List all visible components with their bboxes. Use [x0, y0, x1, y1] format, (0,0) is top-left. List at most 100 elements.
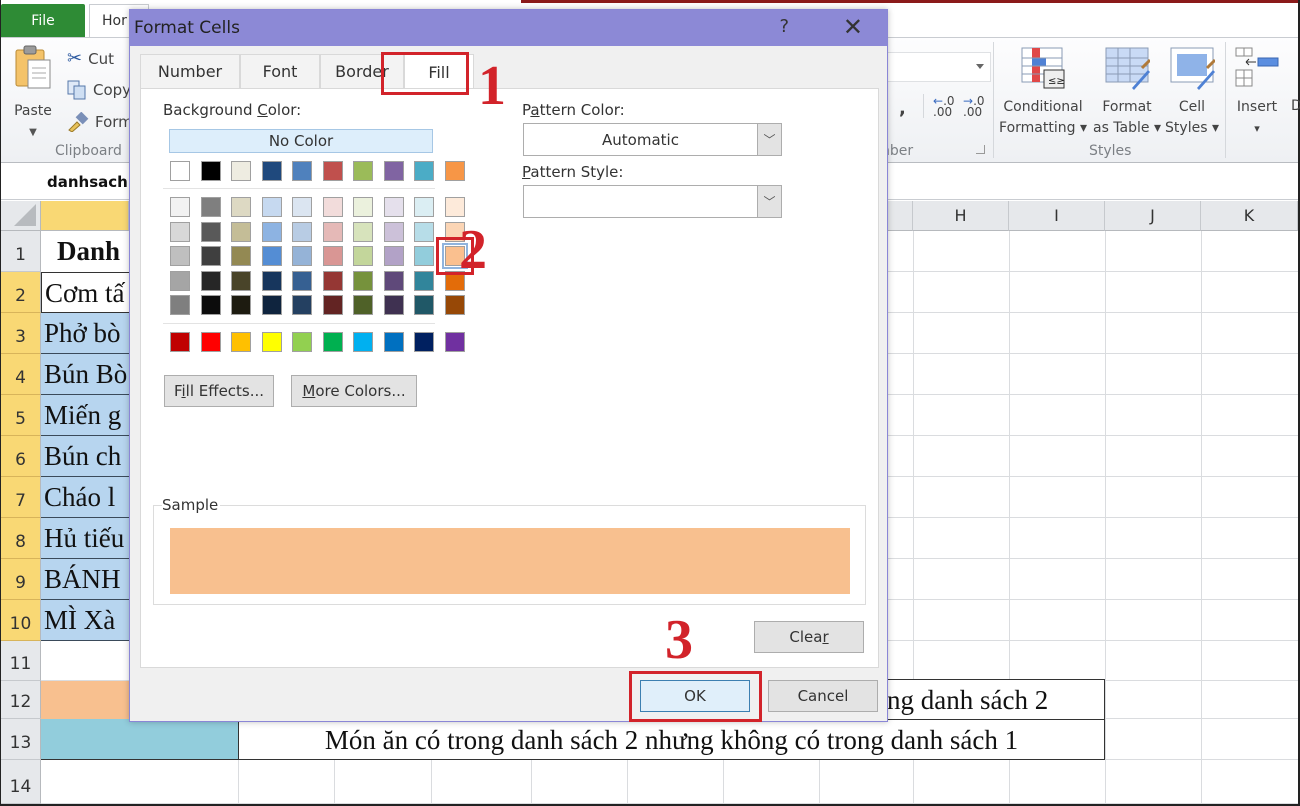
- color-swatch-shade[interactable]: [200, 270, 221, 291]
- increase-decimal-button[interactable]: ←.0.00: [933, 95, 957, 118]
- color-swatch-shade[interactable]: [322, 221, 343, 242]
- format-as-table-button[interactable]: Format as Table ▾: [1091, 46, 1163, 139]
- color-swatch-shade[interactable]: [353, 246, 373, 266]
- color-swatch-shade[interactable]: [261, 295, 282, 315]
- number-format-combo[interactable]: [887, 52, 991, 82]
- color-swatch-shade[interactable]: [353, 295, 373, 315]
- color-swatch-shade[interactable]: [322, 270, 343, 291]
- color-swatch-shade[interactable]: [444, 197, 465, 217]
- name-box[interactable]: danhsach: [47, 173, 128, 191]
- cell-a12-orange-fill[interactable]: [41, 681, 129, 719]
- color-swatch-shade[interactable]: [414, 246, 434, 266]
- color-swatch-shade[interactable]: [444, 295, 465, 315]
- color-swatch-shade[interactable]: [414, 197, 434, 217]
- color-swatch-theme[interactable]: [261, 161, 282, 181]
- color-swatch-shade[interactable]: [231, 221, 251, 242]
- color-swatch-shade[interactable]: [170, 270, 190, 291]
- row-header[interactable]: 14: [1, 760, 41, 804]
- row-header[interactable]: 5: [1, 395, 41, 436]
- column-header-i[interactable]: I: [1009, 201, 1105, 231]
- color-swatch-shade[interactable]: [383, 221, 404, 242]
- color-swatch-standard[interactable]: [353, 332, 373, 352]
- color-swatch-standard[interactable]: [292, 332, 312, 352]
- dialog-title-bar[interactable]: Format Cells ? ✕: [130, 10, 887, 46]
- color-swatch-shade[interactable]: [200, 295, 221, 315]
- color-swatch-shade[interactable]: [261, 197, 282, 217]
- row-header[interactable]: 1: [1, 231, 41, 272]
- paste-button[interactable]: Paste ▼: [9, 44, 57, 143]
- close-icon[interactable]: ✕: [843, 13, 863, 41]
- color-swatch-theme[interactable]: [231, 161, 251, 181]
- paste-dropdown-arrow[interactable]: ▼: [9, 122, 57, 143]
- insert-dropdown-arrow[interactable]: ▾: [1231, 118, 1283, 139]
- color-swatch-shade[interactable]: [322, 295, 343, 315]
- color-swatch-shade[interactable]: [383, 246, 404, 266]
- color-swatch-standard[interactable]: [261, 332, 282, 352]
- color-swatch-standard[interactable]: [444, 332, 465, 352]
- cell-a3[interactable]: Phở bò: [41, 313, 129, 354]
- clear-button[interactable]: Clear: [754, 621, 864, 653]
- cell-a1[interactable]: Danh: [41, 231, 129, 272]
- tab-file[interactable]: File: [1, 4, 85, 38]
- color-swatch-theme[interactable]: [383, 161, 404, 181]
- tab-number[interactable]: Number: [140, 54, 240, 88]
- color-swatch-shade[interactable]: [383, 295, 404, 315]
- chevron-down-icon[interactable]: ﹀: [757, 186, 781, 217]
- color-swatch-theme[interactable]: [200, 161, 221, 181]
- color-swatch-theme[interactable]: [292, 161, 312, 181]
- color-swatch-standard[interactable]: [414, 332, 434, 352]
- number-dialog-launcher-icon[interactable]: [976, 145, 985, 154]
- cell-a9[interactable]: BÁNH: [41, 559, 129, 600]
- color-swatch-shade[interactable]: [200, 246, 221, 266]
- color-swatch-shade[interactable]: [170, 246, 190, 266]
- row-header[interactable]: 3: [1, 313, 41, 354]
- tab-font[interactable]: Font: [240, 54, 320, 88]
- decrease-decimal-button[interactable]: →.0.00: [963, 95, 987, 118]
- select-all-button[interactable]: [1, 201, 41, 231]
- color-swatch-standard[interactable]: [200, 332, 221, 352]
- color-swatch-shade[interactable]: [322, 197, 343, 217]
- row-header[interactable]: 8: [1, 518, 41, 559]
- color-swatch-standard[interactable]: [322, 332, 343, 352]
- row-header[interactable]: 9: [1, 559, 41, 600]
- cell-legend-row12[interactable]: ng danh sách 2: [887, 679, 1105, 720]
- cell-styles-button[interactable]: Cell Styles ▾: [1163, 46, 1221, 139]
- pattern-color-select[interactable]: Automatic ﹀: [523, 123, 782, 156]
- conditional-formatting-button[interactable]: ≤≥ Conditional Formatting ▾: [997, 46, 1089, 139]
- row-header[interactable]: 11: [1, 641, 41, 681]
- color-swatch-shade[interactable]: [292, 246, 312, 266]
- color-swatch-theme[interactable]: [170, 161, 190, 181]
- cell-a8[interactable]: Hủ tiếu: [41, 518, 129, 559]
- color-swatch-shade[interactable]: [353, 197, 373, 217]
- row-header[interactable]: 10: [1, 600, 41, 641]
- color-swatch-shade[interactable]: [383, 197, 404, 217]
- color-swatch-shade[interactable]: [383, 270, 404, 291]
- color-swatch-shade[interactable]: [231, 246, 251, 266]
- color-swatch-shade[interactable]: [231, 197, 251, 217]
- chevron-down-icon[interactable]: ﹀: [757, 124, 781, 155]
- color-swatch-theme[interactable]: [322, 161, 343, 181]
- color-swatch-shade[interactable]: [414, 270, 434, 291]
- column-header-h[interactable]: H: [913, 201, 1009, 231]
- comma-style-button[interactable]: ,: [899, 98, 906, 119]
- cell-a4[interactable]: Bún Bò: [41, 354, 129, 395]
- row-header[interactable]: 12: [1, 681, 41, 719]
- color-swatch-theme[interactable]: [353, 161, 373, 181]
- delete-button[interactable]: D: [1291, 96, 1300, 117]
- row-header[interactable]: 2: [1, 272, 41, 313]
- color-swatch-shade[interactable]: [414, 221, 434, 242]
- color-swatch-shade[interactable]: [292, 295, 312, 315]
- row-header[interactable]: 13: [1, 719, 41, 760]
- cell-a5[interactable]: Miến g: [41, 395, 129, 436]
- color-swatch-shade[interactable]: [261, 246, 282, 266]
- color-swatch-shade[interactable]: [200, 197, 221, 217]
- color-swatch-standard[interactable]: [383, 332, 404, 352]
- color-swatch-shade[interactable]: [322, 246, 343, 266]
- column-header-k[interactable]: K: [1201, 201, 1298, 231]
- color-swatch-shade[interactable]: [292, 221, 312, 242]
- cell-a10[interactable]: MÌ Xà: [41, 600, 129, 641]
- help-icon[interactable]: ?: [779, 16, 789, 37]
- color-swatch-shade[interactable]: [170, 221, 190, 242]
- cut-button[interactable]: ✂ Cut: [67, 48, 114, 69]
- copy-button[interactable]: Copy: [67, 80, 131, 100]
